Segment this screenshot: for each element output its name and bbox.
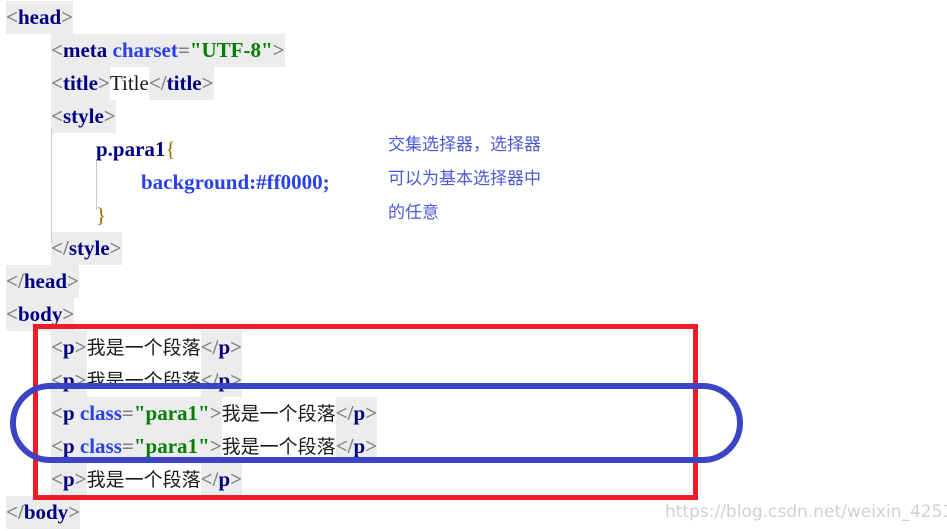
code-token-br: > (103, 100, 116, 133)
code-line[interactable]: </body> (6, 496, 81, 529)
code-line[interactable]: </style> (51, 232, 122, 265)
code-token-br: > (61, 1, 74, 34)
code-token-br: > (272, 34, 285, 67)
code-token-tag: body (23, 496, 69, 529)
code-line[interactable]: </head> (6, 265, 79, 298)
code-token-tag: title (62, 67, 98, 100)
code-token-brace: } (96, 203, 107, 227)
code-token-tag: title (166, 67, 202, 100)
code-token-str: "UTF-8" (189, 34, 273, 67)
code-token-br: </ (148, 67, 167, 100)
code-line[interactable]: <meta charset="UTF-8"> (51, 34, 285, 67)
code-line[interactable]: <title>Title</title> (51, 67, 214, 100)
code-token-br: < (51, 34, 63, 67)
code-token-tag: meta (62, 34, 113, 67)
code-token-text: Title (109, 71, 149, 95)
code-token-br: > (201, 67, 214, 100)
code-token-br: < (6, 1, 18, 34)
code-token-br: </ (51, 232, 69, 265)
code-token-br: > (97, 67, 110, 100)
code-token-cssProp: background:#ff0000; (141, 170, 330, 194)
indent-guide (51, 128, 52, 243)
watermark-url: https://blog.csdn.net/weixin_42512488 (665, 502, 947, 522)
code-line[interactable]: <style> (51, 100, 116, 133)
code-line[interactable]: } (96, 199, 106, 232)
code-token-tag: head (17, 1, 62, 34)
code-line[interactable]: p.para1{ (96, 133, 176, 166)
code-line[interactable]: background:#ff0000; (141, 166, 330, 199)
code-token-tag: head (23, 265, 67, 298)
code-token-br: < (51, 100, 63, 133)
code-token-br: = (177, 34, 190, 67)
code-token-tag: style (62, 100, 104, 133)
code-token-tag: style (68, 232, 110, 265)
code-token-br: > (109, 232, 122, 265)
code-token-br: </ (6, 265, 24, 298)
code-token-br: > (68, 496, 81, 529)
indent-guide (96, 161, 97, 210)
code-token-brace: { (165, 137, 176, 161)
code-token-br: < (51, 67, 63, 100)
code-line[interactable]: <head> (6, 1, 74, 34)
code-token-br: > (67, 265, 79, 298)
code-token-br: </ (6, 496, 24, 529)
code-token-attr: charset (112, 34, 178, 67)
screenshot-root: <head> <meta charset="UTF-8"> <title>Title… (0, 0, 947, 531)
code-token-br: < (6, 298, 18, 331)
code-token-cssSel: p.para1 (96, 137, 166, 161)
blue-rounded-highlight (10, 383, 743, 463)
annotation-note-chinese: 交集选择器，选择器 可以为基本选择器中 的任意 (388, 135, 541, 223)
